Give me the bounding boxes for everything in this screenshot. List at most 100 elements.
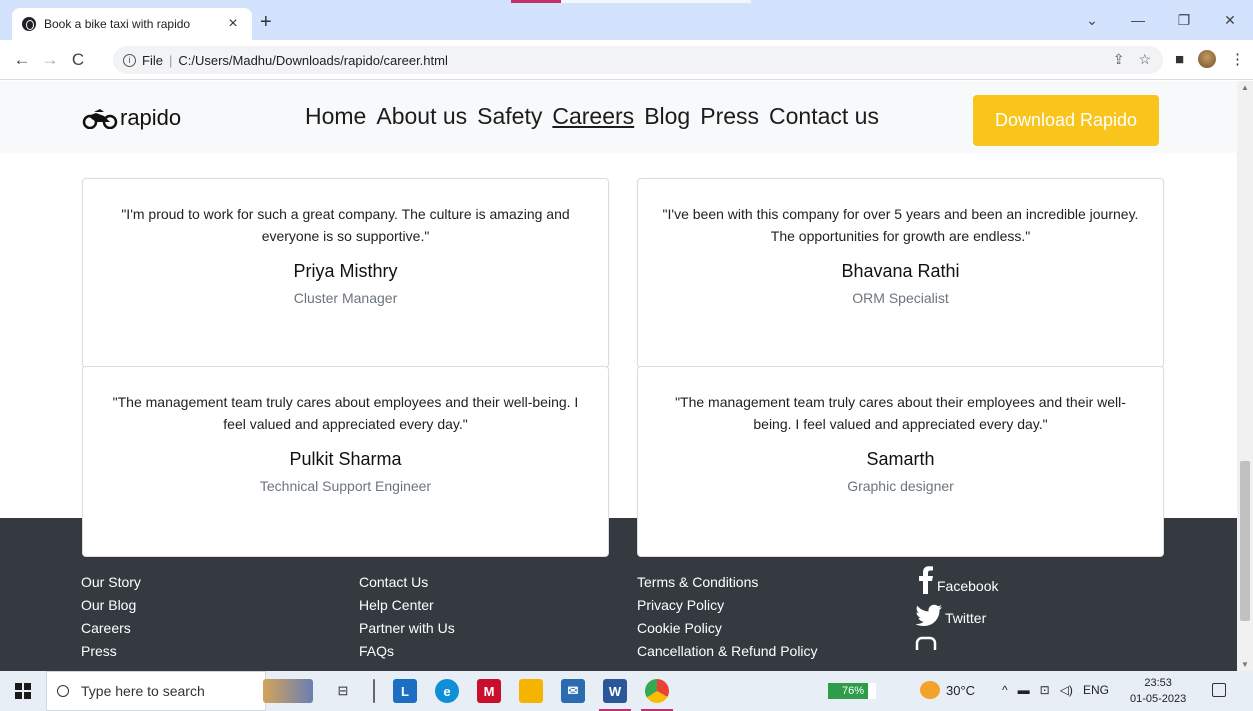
minimize-icon[interactable]: — (1115, 0, 1161, 40)
testimonial-name: Bhavana Rathi (841, 261, 960, 281)
language-indicator[interactable]: ENG (1083, 683, 1109, 697)
reload-icon[interactable]: C (64, 50, 92, 70)
browser-tab-strip: Book a bike taxi with rapido × + ⌄ — ❐ ✕ (0, 0, 1253, 40)
close-window-icon[interactable]: ✕ (1207, 0, 1253, 40)
testimonial-name: Pulkit Sharma (289, 449, 402, 469)
top-edge-marker (511, 0, 561, 3)
weather-widget[interactable]: 30°C (920, 681, 975, 699)
profile-avatar[interactable] (1198, 50, 1216, 68)
window-controls: ⌄ — ❐ ✕ (1069, 0, 1253, 40)
battery-tray-icon[interactable]: ▬ (1018, 683, 1030, 697)
footer-column-legal: Terms & Conditions Privacy Policy Cookie… (637, 573, 818, 660)
testimonial-role: Technical Support Engineer (259, 478, 432, 494)
file-explorer-icon[interactable] (519, 679, 543, 703)
nav-press[interactable]: Press (700, 103, 759, 130)
restore-icon[interactable]: ❐ (1161, 0, 1207, 40)
page-scrollbar[interactable]: ▲ ▼ (1237, 81, 1253, 671)
windows-taskbar: Type here to search ⊟ L e M ✉ W 76% 30°C… (0, 671, 1253, 711)
network-icon[interactable]: ⊡ (1040, 683, 1050, 697)
scrollbar-thumb[interactable] (1240, 461, 1250, 621)
footer-link-press[interactable]: Press (81, 642, 141, 660)
footer-link-cookie[interactable]: Cookie Policy (637, 619, 818, 637)
address-scheme: File (142, 52, 163, 68)
bookmark-star-icon[interactable]: ☆ (1138, 51, 1151, 68)
forward-icon[interactable]: → (36, 50, 64, 70)
clock-time: 23:53 (1144, 677, 1172, 689)
testimonial-card: "The management team truly cares about t… (637, 366, 1164, 557)
instagram-icon (915, 636, 937, 650)
address-separator: | (168, 52, 173, 68)
task-view-icon[interactable]: ⊟ (331, 679, 355, 703)
back-icon[interactable]: ← (8, 50, 36, 70)
social-twitter[interactable]: Twitter (915, 604, 998, 626)
footer-link-help-center[interactable]: Help Center (359, 596, 455, 614)
new-tab-button[interactable]: + (260, 11, 272, 34)
social-twitter-label: Twitter (945, 610, 987, 626)
notification-center-icon[interactable] (1212, 683, 1226, 697)
testimonial-quote: "I've been with this company for over 5 … (662, 206, 1139, 244)
tab-search-icon[interactable]: ⌄ (1069, 0, 1115, 40)
nav-safety[interactable]: Safety (477, 103, 542, 130)
tray-chevron-icon[interactable]: ^ (1002, 683, 1008, 697)
browser-tab[interactable]: Book a bike taxi with rapido × (12, 8, 252, 40)
nav-careers[interactable]: Careers (552, 103, 634, 130)
nav-home[interactable]: Home (305, 103, 366, 130)
scroll-down-arrow-icon[interactable]: ▼ (1241, 660, 1249, 669)
menu-kebab-icon[interactable]: ⋮ (1230, 50, 1245, 68)
browser-toolbar: ← → C i File | C:/Users/Madhu/Downloads/… (0, 40, 1253, 80)
footer-link-partner[interactable]: Partner with Us (359, 619, 455, 637)
twitter-icon (915, 604, 942, 626)
search-highlight-icon[interactable] (263, 679, 313, 703)
nav-about-us[interactable]: About us (376, 103, 467, 130)
taskbar-apps: ⊟ L e M ✉ W (263, 671, 673, 711)
windows-logo-icon (15, 683, 31, 699)
share-icon[interactable]: ⇪ (1113, 51, 1125, 68)
info-icon[interactable]: i (123, 53, 136, 67)
system-tray: ^ ▬ ⊡ ◁) ENG (1002, 683, 1109, 697)
social-facebook[interactable]: Facebook (915, 566, 998, 594)
main-nav: Home About us Safety Careers Blog Press … (305, 103, 879, 130)
battery-indicator[interactable]: 76% (828, 683, 876, 699)
logo-text: rapido (120, 105, 182, 130)
footer-link-our-story[interactable]: Our Story (81, 573, 141, 591)
nav-contact-us[interactable]: Contact us (769, 103, 879, 130)
temperature-text: 30°C (946, 682, 976, 698)
edge-browser-icon[interactable]: e (435, 679, 459, 703)
footer-link-faqs[interactable]: FAQs (359, 642, 455, 660)
site-header: rapido Home About us Safety Careers Blog… (0, 81, 1237, 153)
testimonial-quote: "The management team truly cares about t… (675, 394, 1126, 432)
nav-blog[interactable]: Blog (644, 103, 690, 130)
testimonial-name: Priya Misthry (293, 261, 398, 281)
volume-icon[interactable]: ◁) (1060, 683, 1073, 697)
testimonial-card: "I've been with this company for over 5 … (637, 178, 1164, 368)
download-rapido-button[interactable]: Download Rapido (973, 95, 1159, 146)
side-panel-icon[interactable]: ■ (1175, 51, 1184, 68)
social-instagram[interactable] (915, 636, 998, 650)
address-path: C:/Users/Madhu/Downloads/rapido/career.h… (178, 52, 448, 68)
rapido-logo[interactable]: rapido (82, 105, 181, 131)
windows-start-button[interactable] (0, 671, 46, 711)
tab-title: Book a bike taxi with rapido (44, 17, 191, 31)
scroll-up-arrow-icon[interactable]: ▲ (1241, 83, 1249, 92)
footer-link-privacy[interactable]: Privacy Policy (637, 596, 818, 614)
footer-link-contact-us[interactable]: Contact Us (359, 573, 455, 591)
taskbar-search-placeholder: Type here to search (81, 683, 205, 699)
address-bar[interactable]: i File | C:/Users/Madhu/Downloads/rapido… (113, 46, 1163, 74)
testimonial-role: Graphic designer (847, 478, 954, 494)
word-icon[interactable]: W (599, 679, 631, 711)
taskbar-clock[interactable]: 23:53 01-05-2023 (1130, 675, 1186, 707)
mail-icon[interactable]: ✉ (561, 679, 585, 703)
chrome-icon[interactable] (641, 679, 673, 711)
footer-link-terms[interactable]: Terms & Conditions (637, 573, 818, 591)
testimonial-role: Cluster Manager (293, 290, 398, 306)
taskbar-search-box[interactable]: Type here to search (46, 671, 266, 711)
tab-close-icon[interactable]: × (224, 15, 242, 33)
testimonial-role: ORM Specialist (852, 290, 949, 306)
testimonial-quote: "The management team truly cares about e… (112, 394, 579, 432)
footer-link-our-blog[interactable]: Our Blog (81, 596, 141, 614)
footer-link-refund[interactable]: Cancellation & Refund Policy (637, 642, 818, 660)
l-app-icon[interactable]: L (393, 679, 417, 703)
top-edge-marker-light (561, 0, 751, 3)
mcafee-icon[interactable]: M (477, 679, 501, 703)
footer-link-careers[interactable]: Careers (81, 619, 141, 637)
